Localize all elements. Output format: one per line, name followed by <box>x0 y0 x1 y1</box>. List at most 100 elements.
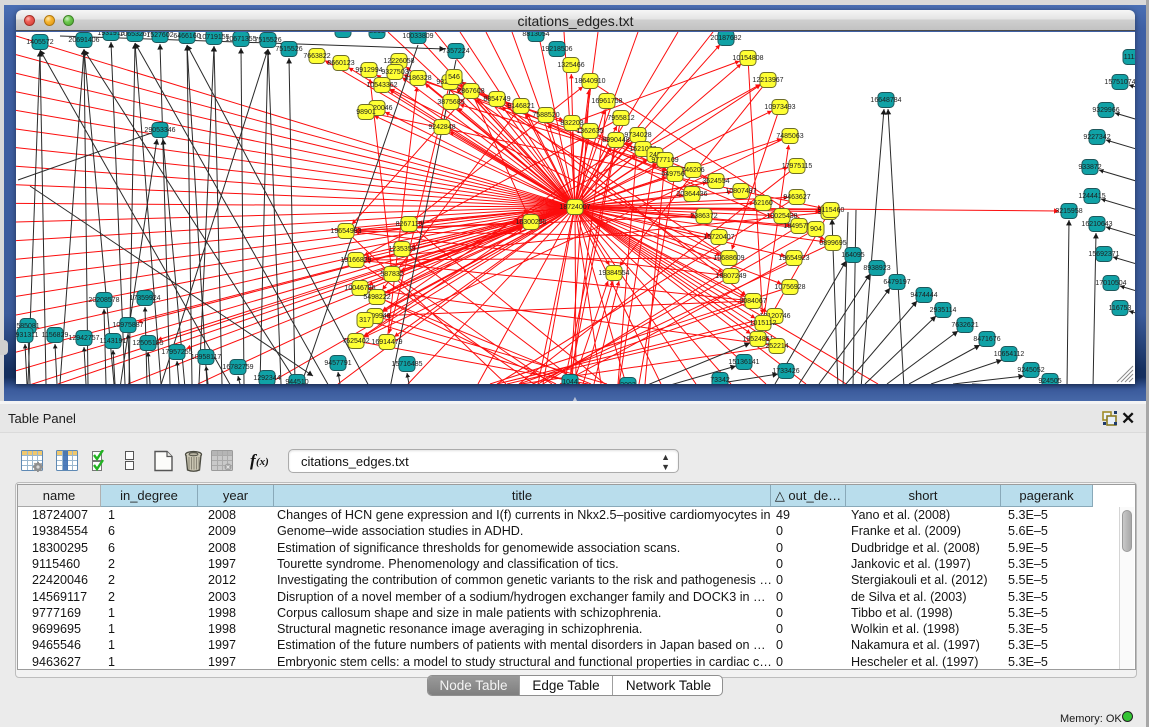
svg-text:9329966: 9329966 <box>1092 107 1119 114</box>
svg-text:7485063: 7485063 <box>776 133 803 140</box>
svg-text:1292344: 1292344 <box>253 375 280 382</box>
svg-text:17975115: 17975115 <box>782 163 813 170</box>
svg-text:10033809: 10033809 <box>402 33 433 40</box>
svg-text:12226058: 12226058 <box>383 58 414 65</box>
svg-text:12213967: 12213967 <box>752 77 783 84</box>
svg-text:16961758: 16961758 <box>591 98 622 105</box>
svg-text:9245052: 9245052 <box>1017 367 1044 374</box>
svg-text:20187682: 20187682 <box>710 35 741 42</box>
svg-text:8471676: 8471676 <box>973 336 1000 343</box>
svg-text:3215958: 3215958 <box>1055 208 1082 215</box>
svg-text:944510: 944510 <box>285 379 308 384</box>
svg-text:9912994: 9912994 <box>355 67 382 74</box>
svg-text:10543362: 10543362 <box>366 82 397 89</box>
svg-text:3624554: 3624554 <box>702 178 729 185</box>
svg-text:10807487: 10807487 <box>725 188 756 195</box>
svg-text:8813: 8813 <box>369 32 385 35</box>
svg-text:19654983: 19654983 <box>330 228 361 235</box>
svg-text:933872: 933872 <box>1078 164 1101 171</box>
svg-text:12505185: 12505185 <box>132 340 163 347</box>
svg-text:9463627: 9463627 <box>783 194 810 201</box>
svg-text:15716485: 15716485 <box>391 361 422 368</box>
svg-text:8186328: 8186328 <box>404 75 431 82</box>
svg-text:8813054: 8813054 <box>522 32 549 38</box>
svg-text:17359924: 17359924 <box>129 295 160 302</box>
svg-text:18300295: 18300295 <box>515 219 546 226</box>
svg-text:10973493: 10973493 <box>764 104 795 111</box>
svg-text:10671355: 10671355 <box>225 36 256 43</box>
svg-text:16210643: 16210643 <box>1081 221 1112 228</box>
svg-text:73342: 73342 <box>710 377 730 384</box>
svg-text:546: 546 <box>448 74 460 81</box>
svg-text:10958117: 10958117 <box>191 354 222 361</box>
svg-text:17957255: 17957255 <box>161 349 192 356</box>
svg-text:1156829: 1156829 <box>42 332 69 339</box>
svg-text:29053346: 29053346 <box>144 127 175 134</box>
svg-text:1143191: 1143191 <box>100 338 127 345</box>
svg-text:1015112: 1015112 <box>750 320 777 327</box>
svg-text:2867608: 2867608 <box>457 88 484 95</box>
svg-text:904: 904 <box>810 226 822 233</box>
svg-text:5498222: 5498222 <box>363 294 390 301</box>
svg-text:1244415: 1244415 <box>1078 193 1105 200</box>
svg-text:9227342: 9227342 <box>1083 134 1110 141</box>
svg-text:62160: 62160 <box>753 200 773 207</box>
svg-text:7357224: 7357224 <box>442 48 469 55</box>
svg-text:18640910: 18640910 <box>574 78 605 85</box>
svg-text:7955812: 7955812 <box>607 115 634 122</box>
svg-text:9474444: 9474444 <box>910 292 937 299</box>
svg-text:9084067: 9084067 <box>739 298 766 305</box>
svg-text:8854749: 8854749 <box>483 96 510 103</box>
svg-text:9242848: 9242848 <box>428 124 455 131</box>
svg-text:1112: 1112 <box>1124 54 1135 61</box>
svg-text:116753: 116753 <box>1109 305 1132 312</box>
svg-text:7632621: 7632621 <box>951 322 978 329</box>
svg-text:16782759: 16782759 <box>222 364 253 371</box>
svg-text:8660123: 8660123 <box>327 60 354 67</box>
svg-text:832203: 832203 <box>560 120 583 127</box>
svg-text:7515526: 7515526 <box>275 46 302 53</box>
svg-text:1931311: 1931311 <box>16 332 38 339</box>
svg-text:6466160: 6466160 <box>173 33 200 40</box>
svg-text:12942757: 12942757 <box>68 335 99 342</box>
svg-text:1362635: 1362635 <box>576 128 603 135</box>
svg-text:924505: 924505 <box>1038 378 1061 384</box>
svg-text:1044: 1044 <box>562 379 578 384</box>
svg-text:18807249: 18807249 <box>715 273 746 280</box>
svg-text:10654112: 10654112 <box>994 351 1025 358</box>
svg-text:19654923: 19654923 <box>778 255 809 262</box>
svg-text:20208578: 20208578 <box>88 297 119 304</box>
svg-text:19384554: 19384554 <box>598 270 629 277</box>
svg-text:16914479: 16914479 <box>371 339 402 346</box>
svg-text:98901: 98901 <box>356 109 376 116</box>
svg-text:8267110: 8267110 <box>396 221 423 228</box>
svg-text:8938923: 8938923 <box>863 265 890 272</box>
svg-text:6479197: 6479197 <box>883 279 910 286</box>
svg-text:7588520: 7588520 <box>532 112 559 119</box>
svg-text:19166829: 19166829 <box>340 257 371 264</box>
svg-text:9734028: 9734028 <box>624 132 651 139</box>
svg-text:18724007: 18724007 <box>559 204 590 211</box>
svg-text:9777169: 9777169 <box>651 157 678 164</box>
svg-text:587832: 587832 <box>380 271 403 278</box>
svg-text:(x): (x) <box>256 456 269 468</box>
svg-text:15692371: 15692371 <box>1088 251 1119 258</box>
svg-text:16648784: 16648784 <box>870 97 901 104</box>
svg-text:15720407: 15720407 <box>703 234 734 241</box>
svg-text:931305: 931305 <box>331 32 354 34</box>
svg-text:1325466: 1325466 <box>557 62 584 69</box>
svg-text:20364436: 20364436 <box>676 191 707 198</box>
svg-text:317: 317 <box>359 317 371 324</box>
svg-text:164095: 164095 <box>841 252 864 259</box>
svg-text:9457791: 9457791 <box>324 360 351 367</box>
svg-text:3875685: 3875685 <box>437 99 464 106</box>
svg-text:1733426: 1733426 <box>772 368 799 375</box>
svg-text:7625402: 7625402 <box>342 338 369 345</box>
svg-text:252214: 252214 <box>765 343 788 350</box>
svg-text:1527602: 1527602 <box>146 32 173 39</box>
svg-text:7515526: 7515526 <box>254 37 281 44</box>
svg-text:2386372: 2386372 <box>690 213 717 220</box>
svg-text:9146821: 9146821 <box>507 103 534 110</box>
svg-text:10688609: 10688609 <box>713 255 744 262</box>
svg-text:20691406: 20691406 <box>68 37 99 44</box>
